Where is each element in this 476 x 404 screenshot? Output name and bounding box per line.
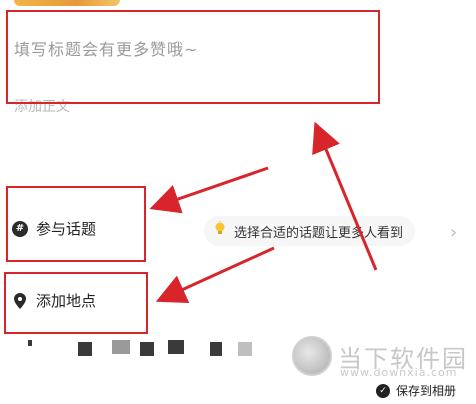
chevron-right-icon[interactable]: › (450, 222, 457, 243)
watermark-logo-icon (292, 336, 332, 376)
lightbulb-icon (212, 221, 228, 241)
topic-suggestion-text: 选择合适的话题让更多人看到 (234, 225, 404, 241)
arrow-to-location (155, 246, 275, 303)
location-pin-icon (12, 292, 28, 310)
watermark-url: www.downxia.com (340, 366, 458, 379)
join-topic-button[interactable]: # 参与话题 (12, 218, 96, 239)
join-topic-label: 参与话题 (36, 220, 97, 238)
checkmark-icon: ✓ (376, 383, 390, 398)
body-input[interactable]: 添加正文 (14, 96, 214, 118)
arrow-to-topic (149, 166, 269, 214)
add-location-button[interactable]: 添加地点 (12, 290, 96, 311)
arrow-to-title (312, 121, 378, 271)
topic-suggestion-pill[interactable]: 选择合适的话题让更多人看到 (204, 216, 416, 246)
cover-image-thumbnail[interactable] (14, 0, 120, 6)
title-input[interactable]: 填写标题会有更多赞哦~ (14, 36, 354, 60)
save-to-album-toggle[interactable]: ✓ 保存到相册 (376, 382, 456, 399)
hashtag-icon: # (12, 220, 28, 237)
save-to-album-label: 保存到相册 (396, 384, 457, 398)
add-location-label: 添加地点 (36, 292, 97, 310)
